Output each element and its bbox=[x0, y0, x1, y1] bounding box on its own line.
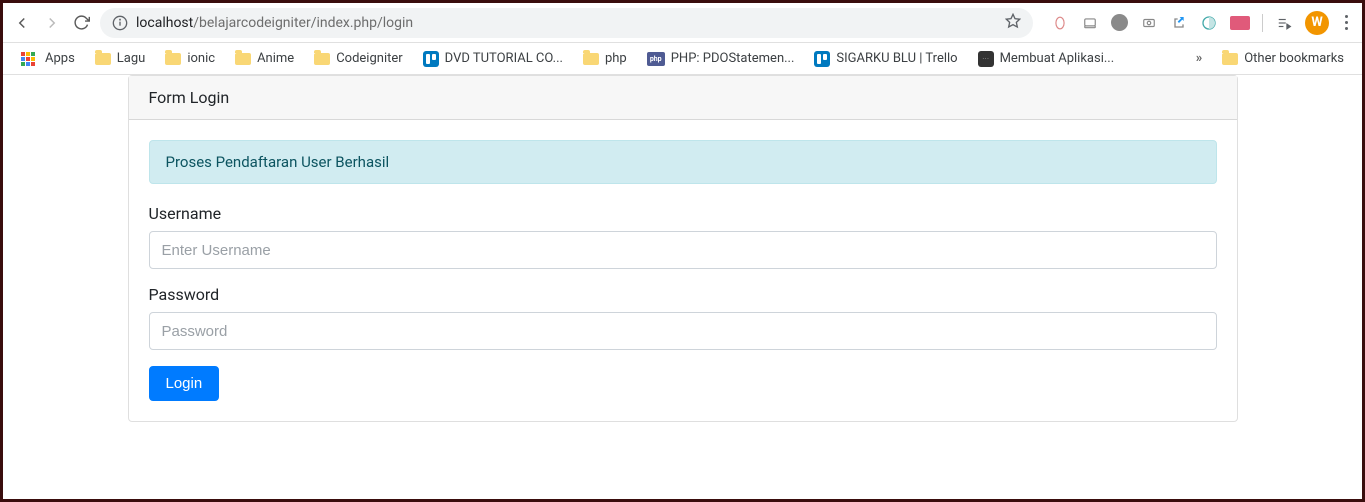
extension-icon-3[interactable] bbox=[1111, 14, 1128, 31]
bookmark-label: php bbox=[605, 51, 627, 66]
back-button[interactable] bbox=[13, 14, 31, 32]
login-card: Form Login Proses Pendaftaran User Berha… bbox=[128, 75, 1238, 422]
success-alert: Proses Pendaftaran User Berhasil bbox=[149, 140, 1217, 184]
url-host: localhost bbox=[136, 15, 193, 31]
username-group: Username bbox=[149, 204, 1217, 269]
bookmark-label: Codeigniter bbox=[336, 51, 402, 66]
folder-icon bbox=[583, 53, 599, 65]
bookmark-codeigniter[interactable]: Codeigniter bbox=[306, 47, 410, 70]
bookmark-ionic[interactable]: ionic bbox=[157, 47, 223, 70]
browser-menu-icon[interactable] bbox=[1341, 15, 1352, 30]
folder-icon bbox=[314, 53, 330, 65]
php-icon: php bbox=[647, 52, 665, 66]
bookmark-label: SIGARKU BLU | Trello bbox=[836, 51, 957, 66]
trello-icon bbox=[423, 51, 439, 67]
bookmark-star-icon[interactable] bbox=[1005, 13, 1021, 33]
extension-icon-6[interactable] bbox=[1200, 14, 1218, 32]
login-button[interactable]: Login bbox=[149, 366, 220, 401]
folder-icon bbox=[235, 53, 251, 65]
page-content: Form Login Proses Pendaftaran User Berha… bbox=[3, 75, 1362, 422]
card-header: Form Login bbox=[129, 76, 1237, 120]
bookmark-php-pdo[interactable]: php PHP: PDOStatemen... bbox=[639, 47, 803, 70]
address-bar[interactable]: localhost/belajarcodeigniter/index.php/l… bbox=[100, 8, 1033, 38]
browser-toolbar: localhost/belajarcodeigniter/index.php/l… bbox=[3, 3, 1362, 43]
bookmark-label: Membuat Aplikasi... bbox=[1000, 51, 1115, 66]
folder-icon bbox=[165, 53, 181, 65]
toolbar-divider bbox=[1262, 14, 1263, 32]
bookmark-dvd-tutorial[interactable]: DVD TUTORIAL CO... bbox=[415, 47, 571, 71]
url-path: /belajarcodeigniter/index.php/login bbox=[193, 15, 413, 31]
password-label: Password bbox=[149, 285, 1217, 304]
apps-label: Apps bbox=[45, 51, 75, 66]
extension-icon-5[interactable] bbox=[1170, 14, 1188, 32]
alert-text: Proses Pendaftaran User Berhasil bbox=[166, 153, 390, 171]
bookmark-overflow-icon[interactable]: » bbox=[1188, 51, 1211, 66]
bookmark-label: DVD TUTORIAL CO... bbox=[445, 51, 563, 66]
bookmark-membuat-aplikasi[interactable]: ⋯ Membuat Aplikasi... bbox=[970, 47, 1123, 71]
password-input[interactable] bbox=[149, 312, 1217, 350]
extension-icon-1[interactable] bbox=[1051, 14, 1069, 32]
extension-icon-7[interactable] bbox=[1230, 16, 1250, 30]
toolbar-extensions: W bbox=[1043, 11, 1352, 35]
bookmark-label: PHP: PDOStatemen... bbox=[671, 51, 795, 66]
bookmark-sigarku[interactable]: SIGARKU BLU | Trello bbox=[806, 47, 965, 71]
username-label: Username bbox=[149, 204, 1217, 223]
reload-button[interactable] bbox=[73, 14, 90, 31]
nav-buttons bbox=[13, 14, 90, 32]
app-icon: ⋯ bbox=[978, 51, 994, 67]
username-input[interactable] bbox=[149, 231, 1217, 269]
trello-icon bbox=[814, 51, 830, 67]
bookmark-php[interactable]: php bbox=[575, 47, 635, 70]
profile-avatar[interactable]: W bbox=[1305, 11, 1329, 35]
bookmarks-bar: Apps Lagu ionic Anime Codeigniter DVD TU… bbox=[3, 43, 1362, 75]
card-title: Form Login bbox=[149, 88, 230, 107]
bookmark-lagu[interactable]: Lagu bbox=[87, 47, 154, 70]
media-control-icon[interactable] bbox=[1275, 14, 1293, 32]
other-bookmarks-label: Other bookmarks bbox=[1244, 51, 1344, 66]
other-bookmarks[interactable]: Other bookmarks bbox=[1214, 47, 1352, 70]
bookmark-label: Anime bbox=[257, 51, 294, 66]
site-info-icon[interactable] bbox=[112, 15, 128, 31]
folder-icon bbox=[95, 53, 111, 65]
extension-icon-2[interactable] bbox=[1081, 14, 1099, 32]
extension-icon-4[interactable] bbox=[1140, 14, 1158, 32]
folder-icon bbox=[1222, 53, 1238, 65]
bookmark-anime[interactable]: Anime bbox=[227, 47, 302, 70]
bookmark-label: Lagu bbox=[117, 51, 146, 66]
apps-button[interactable]: Apps bbox=[13, 47, 83, 70]
card-body: Proses Pendaftaran User Berhasil Usernam… bbox=[129, 120, 1237, 421]
url-text: localhost/belajarcodeigniter/index.php/l… bbox=[136, 15, 997, 31]
bookmark-label: ionic bbox=[187, 51, 215, 66]
apps-grid-icon bbox=[21, 52, 35, 66]
forward-button[interactable] bbox=[43, 14, 61, 32]
password-group: Password bbox=[149, 285, 1217, 350]
